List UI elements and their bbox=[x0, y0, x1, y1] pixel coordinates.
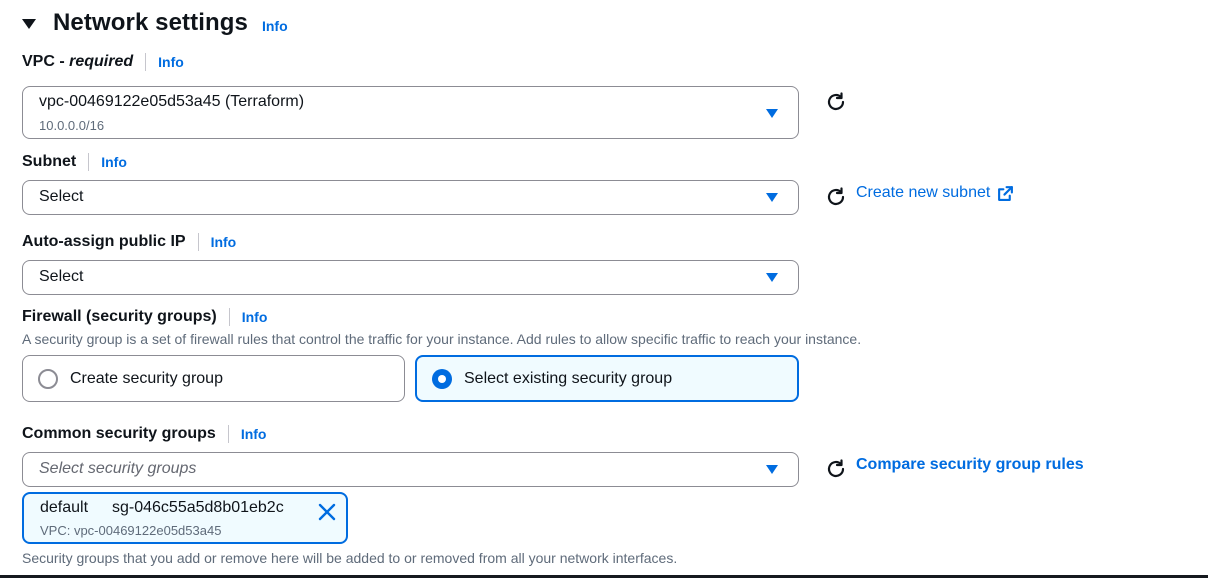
section-title: Network settings bbox=[53, 9, 248, 36]
divider bbox=[88, 153, 90, 171]
common-sg-label: Common security groups bbox=[22, 425, 216, 442]
public-ip-info-link[interactable]: Info bbox=[211, 234, 237, 250]
compare-security-group-rules-link[interactable]: Compare security group rules bbox=[856, 456, 1084, 474]
token-id: sg-046c55a5d8b01eb2c bbox=[112, 499, 284, 516]
section-info-link[interactable]: Info bbox=[262, 18, 288, 34]
external-link-icon bbox=[998, 185, 1014, 201]
vpc-select[interactable]: vpc-00469122e05d53a45 (Terraform) 10.0.0… bbox=[22, 86, 799, 139]
security-group-token: default sg-046c55a5d8b01eb2c VPC: vpc-00… bbox=[22, 492, 348, 544]
vpc-select-cidr: 10.0.0.0/16 bbox=[39, 118, 105, 133]
divider bbox=[228, 308, 230, 326]
dropdown-triangle-icon bbox=[766, 465, 778, 474]
security-groups-footer-text: Security groups that you add or remove h… bbox=[22, 550, 678, 566]
divider bbox=[197, 233, 199, 251]
subnet-info-link[interactable]: Info bbox=[101, 154, 127, 170]
caret-down-icon[interactable] bbox=[22, 19, 36, 29]
radio-selected-icon[interactable] bbox=[432, 368, 452, 389]
token-vpc: VPC: vpc-00469122e05d53a45 bbox=[40, 523, 222, 538]
create-security-group-option[interactable]: Create security group bbox=[22, 355, 405, 402]
public-ip-label: Auto-assign public IP bbox=[22, 233, 186, 250]
security-groups-multiselect[interactable]: Select security groups bbox=[22, 452, 799, 487]
select-existing-security-group-label: Select existing security group bbox=[464, 369, 673, 387]
divider bbox=[145, 53, 147, 71]
public-ip-select[interactable]: Select bbox=[22, 260, 799, 295]
common-sg-info-link[interactable]: Info bbox=[241, 426, 267, 442]
common-sg-label-row: Common security groups Info bbox=[22, 422, 266, 446]
divider bbox=[227, 425, 229, 443]
firewall-description: A security group is a set of firewall ru… bbox=[22, 331, 862, 347]
dropdown-triangle-icon bbox=[766, 273, 778, 282]
security-groups-refresh-icon[interactable] bbox=[824, 457, 848, 481]
select-existing-security-group-option[interactable]: Select existing security group bbox=[415, 355, 799, 402]
subnet-label: Subnet bbox=[22, 153, 77, 170]
subnet-label-row: Subnet Info bbox=[22, 150, 127, 174]
subnet-select-value: Select bbox=[39, 188, 84, 205]
subnet-refresh-icon[interactable] bbox=[824, 185, 848, 209]
vpc-select-value: vpc-00469122e05d53a45 (Terraform) bbox=[39, 93, 305, 110]
dropdown-triangle-icon bbox=[766, 109, 778, 118]
section-header[interactable]: Network settings Info bbox=[22, 6, 288, 40]
firewall-label: Firewall (security groups) bbox=[22, 308, 217, 325]
close-icon[interactable] bbox=[317, 502, 337, 522]
public-ip-label-row: Auto-assign public IP Info bbox=[22, 230, 236, 254]
security-groups-placeholder: Select security groups bbox=[39, 460, 197, 477]
dropdown-triangle-icon bbox=[766, 193, 778, 202]
vpc-info-link[interactable]: Info bbox=[158, 54, 184, 70]
create-new-subnet-label: Create new subnet bbox=[856, 184, 991, 201]
public-ip-select-value: Select bbox=[39, 268, 84, 285]
token-name: default bbox=[40, 499, 89, 516]
vpc-label: VPC - required bbox=[22, 53, 134, 70]
radio-unselected-icon[interactable] bbox=[38, 368, 58, 389]
create-security-group-label: Create security group bbox=[70, 369, 223, 387]
firewall-label-row: Firewall (security groups) Info bbox=[22, 305, 267, 329]
vpc-label-row: VPC - required Info bbox=[22, 50, 184, 74]
firewall-info-link[interactable]: Info bbox=[242, 309, 268, 325]
subnet-select[interactable]: Select bbox=[22, 180, 799, 215]
vpc-refresh-icon[interactable] bbox=[824, 90, 848, 114]
create-new-subnet-link[interactable]: Create new subnet bbox=[856, 184, 1014, 202]
